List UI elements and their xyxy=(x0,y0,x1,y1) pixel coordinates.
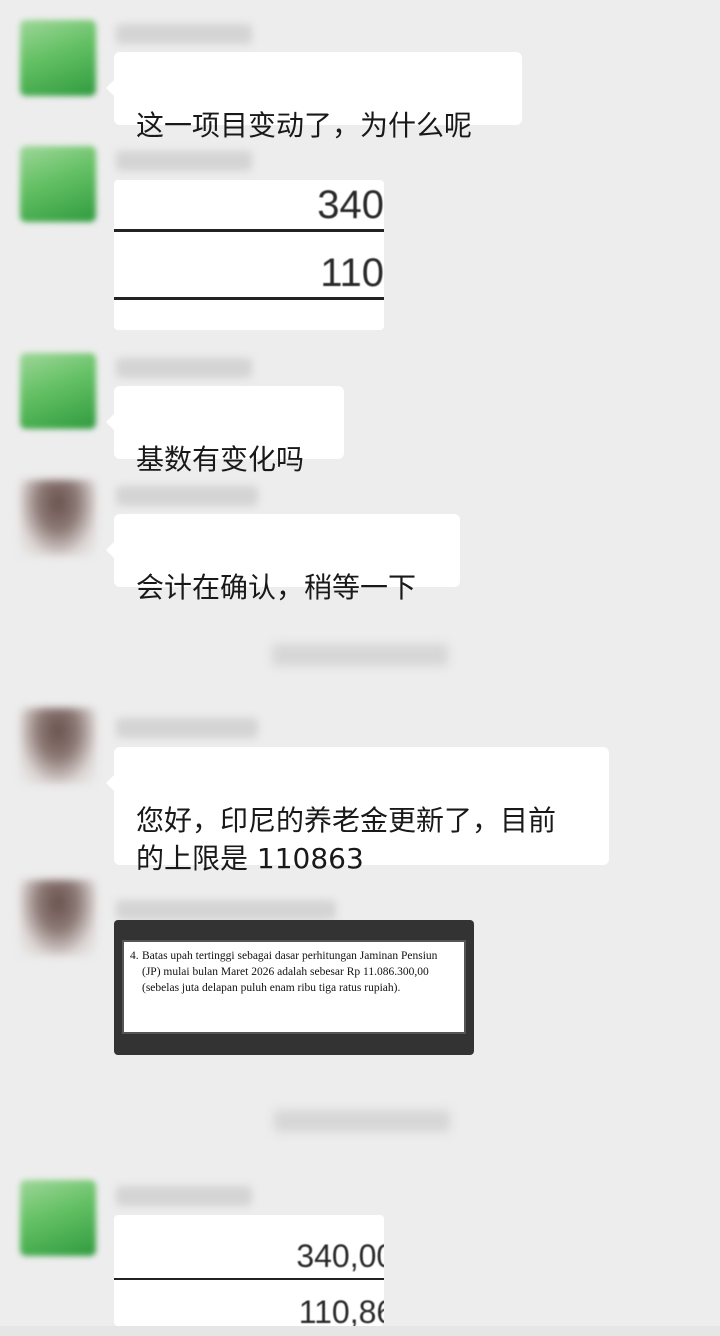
image-message[interactable]: 4. Batas upah tertinggi sebagai dasar pe… xyxy=(114,920,474,1055)
table-divider xyxy=(114,1278,384,1280)
timestamp xyxy=(274,1110,450,1132)
document-item-number: 4. xyxy=(130,950,139,962)
avatar[interactable] xyxy=(20,880,96,956)
sender-name xyxy=(116,24,252,44)
avatar[interactable] xyxy=(20,1180,96,1256)
message-text: 基数有变化吗 xyxy=(136,443,305,476)
table-cell: 110,863 xyxy=(298,1294,384,1326)
table-divider xyxy=(114,297,384,300)
avatar[interactable] xyxy=(20,146,96,222)
table-cell: 340 xyxy=(317,183,384,227)
bottom-edge xyxy=(0,1326,720,1336)
avatar[interactable] xyxy=(20,708,96,784)
message-bubble[interactable]: 会计在确认，稍等一下 xyxy=(106,514,460,604)
avatar[interactable] xyxy=(20,20,96,96)
sender-name xyxy=(116,486,258,506)
avatar[interactable] xyxy=(20,353,96,429)
timestamp xyxy=(272,644,448,666)
message-bubble[interactable]: 您好，印尼的养老金更新了，目前 的上限是 110863 xyxy=(106,747,609,875)
document-excerpt: 4. Batas upah tertinggi sebagai dasar pe… xyxy=(122,940,466,1034)
sender-name xyxy=(116,1186,252,1206)
sender-name xyxy=(116,718,258,738)
image-message[interactable]: 340 110 xyxy=(114,180,384,330)
document-text: Batas upah tertinggi sebagai dasar perhi… xyxy=(142,950,438,994)
message-bubble[interactable]: 这一项目变动了，为什么呢 xyxy=(106,52,522,142)
message-text: 会计在确认，稍等一下 xyxy=(136,571,417,604)
image-message[interactable]: 340,000 110,863 xyxy=(114,1215,384,1326)
sender-name xyxy=(116,151,252,171)
message-text: 这一项目变动了，为什么呢 xyxy=(136,109,473,142)
table-divider xyxy=(114,229,384,232)
sender-name xyxy=(116,900,336,920)
sender-name xyxy=(116,358,252,378)
message-text: 您好，印尼的养老金更新了，目前 的上限是 110863 xyxy=(136,804,557,875)
avatar[interactable] xyxy=(20,480,96,556)
message-bubble[interactable]: 基数有变化吗 xyxy=(106,386,344,476)
table-cell: 340,000 xyxy=(296,1238,384,1274)
table-cell: 110 xyxy=(320,251,384,295)
